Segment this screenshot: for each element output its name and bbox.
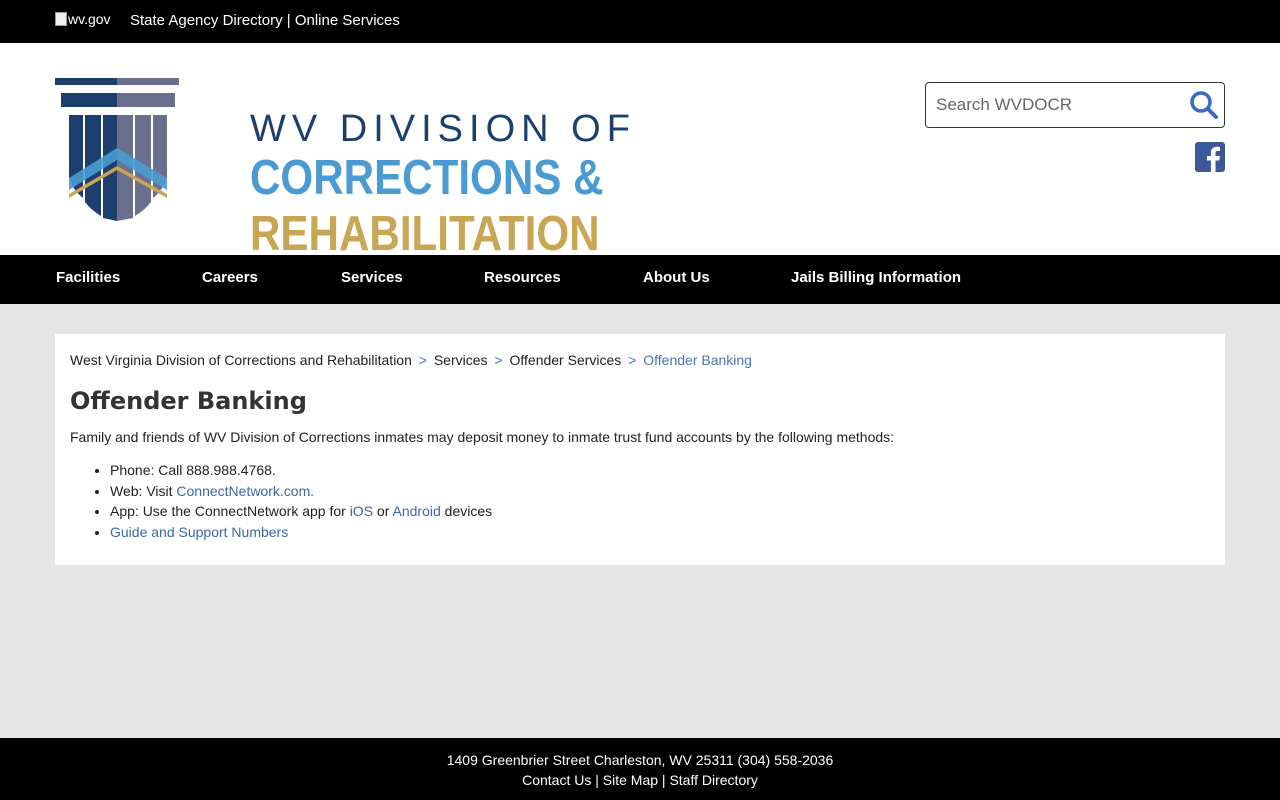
- footer-links: Contact Us | Site Map | Staff Directory: [0, 772, 1280, 788]
- intro-text: Family and friends of WV Division of Cor…: [70, 429, 895, 445]
- android-link[interactable]: Android: [393, 503, 441, 519]
- breadcrumb-services[interactable]: Services: [434, 352, 488, 368]
- site-header: WV DIVISION OF CORRECTIONS & REHABILITAT…: [0, 43, 1280, 261]
- breadcrumb: West Virginia Division of Corrections an…: [70, 352, 752, 368]
- footer-separator: |: [661, 772, 666, 788]
- footer-separator: |: [595, 772, 599, 788]
- wvdocr-logo[interactable]: WV DIVISION OF CORRECTIONS & REHABILITAT…: [55, 78, 630, 261]
- top-bar: wv.gov State Agency Directory | Online S…: [0, 0, 1280, 43]
- page-title: Offender Banking: [70, 387, 307, 415]
- connectnetwork-link[interactable]: ConnectNetwork.com.: [176, 483, 314, 499]
- wvgov-alt-text: wv.gov: [68, 11, 111, 27]
- nav-jails-billing[interactable]: Jails Billing Information: [791, 269, 961, 286]
- footer-staff-directory-link[interactable]: Staff Directory: [669, 772, 757, 788]
- wvgov-logo-link[interactable]: wv.gov: [55, 11, 111, 27]
- top-links-separator: |: [286, 12, 291, 29]
- footer-site-map-link[interactable]: Site Map: [603, 772, 658, 788]
- app-or: or: [373, 503, 393, 519]
- list-item-app: App: Use the ConnectNetwork app for iOS …: [110, 501, 492, 522]
- facebook-glyph: [1207, 146, 1220, 172]
- facebook-icon[interactable]: [1195, 142, 1225, 172]
- state-agency-directory-link[interactable]: State Agency Directory: [130, 12, 283, 29]
- logo-wordmark: WV DIVISION OF CORRECTIONS & REHABILITAT…: [250, 108, 661, 262]
- search-input[interactable]: [936, 94, 1176, 116]
- logo-line-2: CORRECTIONS &: [250, 151, 604, 205]
- app-prefix: App: Use the ConnectNetwork app for: [110, 503, 350, 519]
- broken-image-icon: [55, 12, 67, 26]
- web-prefix: Web: Visit: [110, 482, 177, 499]
- footer-contact-us-link[interactable]: Contact Us: [522, 772, 591, 788]
- nav-about-us[interactable]: About Us: [643, 269, 710, 286]
- list-item-phone: Phone: Call 888.988.4768.: [110, 460, 492, 481]
- deposit-methods-list: Phone: Call 888.988.4768. Web: Visit Con…: [110, 460, 492, 542]
- top-links: State Agency Directory | Online Services: [130, 12, 400, 29]
- phone-text: Phone: Call 888.988.4768.: [110, 462, 276, 478]
- breadcrumb-separator: >: [628, 352, 637, 368]
- search-icon[interactable]: [1188, 89, 1220, 121]
- nav-resources[interactable]: Resources: [484, 269, 561, 286]
- nav-careers[interactable]: Careers: [202, 269, 258, 286]
- main-nav: Facilities Careers Services Resources Ab…: [0, 255, 1280, 304]
- main-content: West Virginia Division of Corrections an…: [55, 334, 1225, 565]
- guide-support-link[interactable]: Guide and Support Numbers: [110, 524, 288, 540]
- breadcrumb-current: Offender Banking: [643, 352, 752, 368]
- list-item-guide: Guide and Support Numbers: [110, 522, 492, 543]
- breadcrumb-separator: >: [418, 352, 427, 368]
- logo-line-1: WV DIVISION OF: [250, 108, 636, 150]
- search-box: [925, 82, 1225, 128]
- breadcrumb-home[interactable]: West Virginia Division of Corrections an…: [70, 352, 412, 368]
- site-footer: 1409 Greenbrier Street Charleston, WV 25…: [0, 738, 1280, 800]
- online-services-link[interactable]: Online Services: [295, 12, 400, 29]
- footer-address: 1409 Greenbrier Street Charleston, WV 25…: [446, 752, 834, 768]
- breadcrumb-offender-services[interactable]: Offender Services: [510, 352, 622, 368]
- app-suffix: devices: [440, 503, 493, 519]
- nav-services[interactable]: Services: [341, 269, 403, 286]
- breadcrumb-separator: >: [494, 352, 503, 368]
- list-item-web: Web: Visit ConnectNetwork.com.: [110, 481, 492, 502]
- logo-line-3: REHABILITATION: [250, 207, 600, 261]
- nav-facilities[interactable]: Facilities: [56, 269, 120, 286]
- ios-link[interactable]: iOS: [350, 503, 373, 519]
- pillar-emblem-icon: [55, 78, 179, 221]
